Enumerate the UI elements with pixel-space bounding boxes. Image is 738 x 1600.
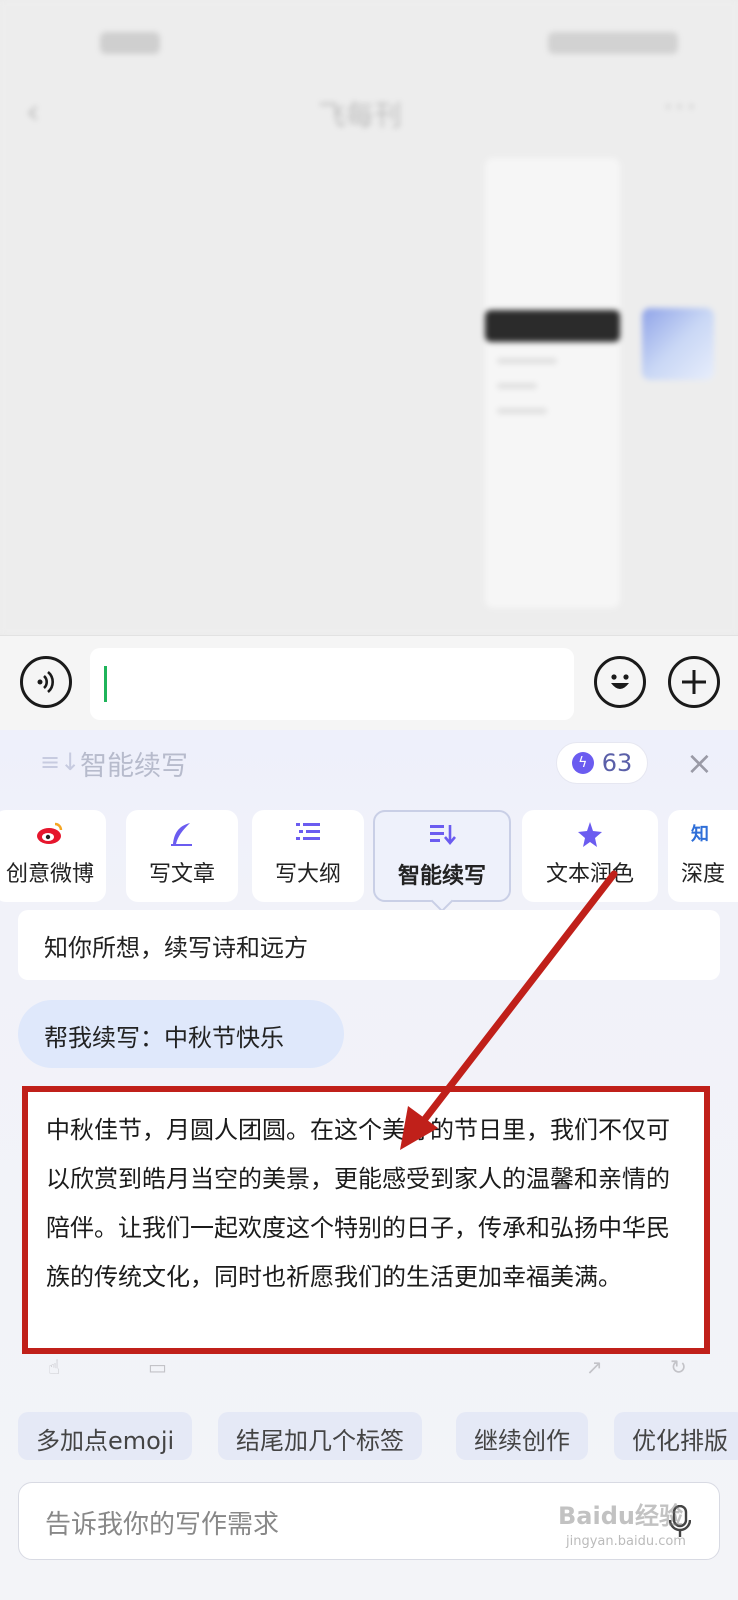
quill-icon	[126, 820, 238, 850]
watermark-url: jingyan.baidu.com	[566, 1534, 686, 1549]
close-icon[interactable]: ×	[686, 744, 713, 782]
tool-tab-outline[interactable]: 写大纲	[252, 810, 364, 902]
refresh-icon[interactable]: ↻	[670, 1355, 687, 1377]
plus-button[interactable]	[668, 656, 720, 708]
emoji-button[interactable]	[594, 656, 646, 708]
answer-actions: ☝ ▭ ↗ ↻	[0, 1355, 738, 1377]
weibo-icon	[0, 820, 106, 850]
chat-title: 飞每刊	[318, 99, 403, 132]
back-arrow-icon[interactable]: ‹	[26, 92, 40, 132]
ai-writing-panel: ≡↓ 智能续写 ϟ 63 × 创意微博 写文章 写大纲 智能续写 文本润色 知 …	[0, 730, 738, 1600]
suggestion-chip[interactable]: 多加点emoji	[18, 1412, 193, 1460]
like-icon[interactable]: ☝	[48, 1355, 60, 1377]
tool-tab-polish[interactable]: 文本润色	[522, 810, 658, 902]
status-time	[100, 32, 160, 54]
user-prompt-bubble: 帮我续写：中秋节快乐	[18, 1000, 344, 1068]
message-input[interactable]	[90, 648, 574, 720]
avatar	[642, 308, 714, 380]
zhi-icon: 知	[691, 824, 709, 845]
suggestion-chip[interactable]: 继续创作	[456, 1412, 588, 1460]
continue-write-icon	[375, 822, 509, 852]
panel-header: ≡↓ 智能续写 ϟ 63 ×	[0, 730, 738, 800]
suggestion-chip[interactable]: 结尾加几个标签	[218, 1412, 422, 1460]
status-icons	[548, 32, 678, 54]
copy-icon[interactable]: ▭	[148, 1355, 167, 1377]
baidu-watermark: Baidu经验	[558, 1502, 683, 1530]
quota-count: 63	[601, 749, 633, 777]
tool-tab-deep[interactable]: 知 深度	[668, 810, 738, 902]
voice-button[interactable]	[20, 656, 72, 708]
chat-input-bar	[0, 635, 738, 730]
plus-icon	[682, 670, 706, 694]
sparkle-icon	[522, 820, 658, 850]
continue-write-icon: ≡↓	[40, 748, 81, 776]
intro-card: 知你所想，续写诗和远方	[18, 910, 720, 980]
list-icon	[252, 820, 364, 850]
quota-badge[interactable]: ϟ 63	[556, 742, 648, 784]
bolt-icon: ϟ	[571, 752, 594, 774]
suggestion-chip[interactable]: 优化排版	[614, 1412, 738, 1460]
voice-icon	[37, 671, 54, 693]
panel-title: 智能续写	[80, 751, 188, 782]
smile-icon	[611, 674, 629, 689]
tool-tab-continue[interactable]: 智能续写	[373, 810, 511, 902]
request-placeholder: 告诉我你的写作需求	[45, 1510, 280, 1540]
tool-tab-article[interactable]: 写文章	[126, 810, 238, 902]
chat-background: ‹ 飞每刊 ···	[0, 0, 738, 635]
tool-tabs: 创意微博 写文章 写大纲 智能续写 文本润色 知 深度	[0, 810, 738, 910]
more-icon[interactable]: ···	[663, 90, 698, 125]
share-icon[interactable]: ↗	[586, 1355, 603, 1377]
ai-answer-card: 中秋佳节，月圆人团圆。在这个美好的节日里，我们不仅可以欣赏到皓月当空的美景，更能…	[22, 1086, 710, 1354]
tool-tab-weibo[interactable]: 创意微博	[0, 810, 106, 902]
shared-message-card	[485, 158, 620, 608]
text-caret	[104, 666, 107, 702]
